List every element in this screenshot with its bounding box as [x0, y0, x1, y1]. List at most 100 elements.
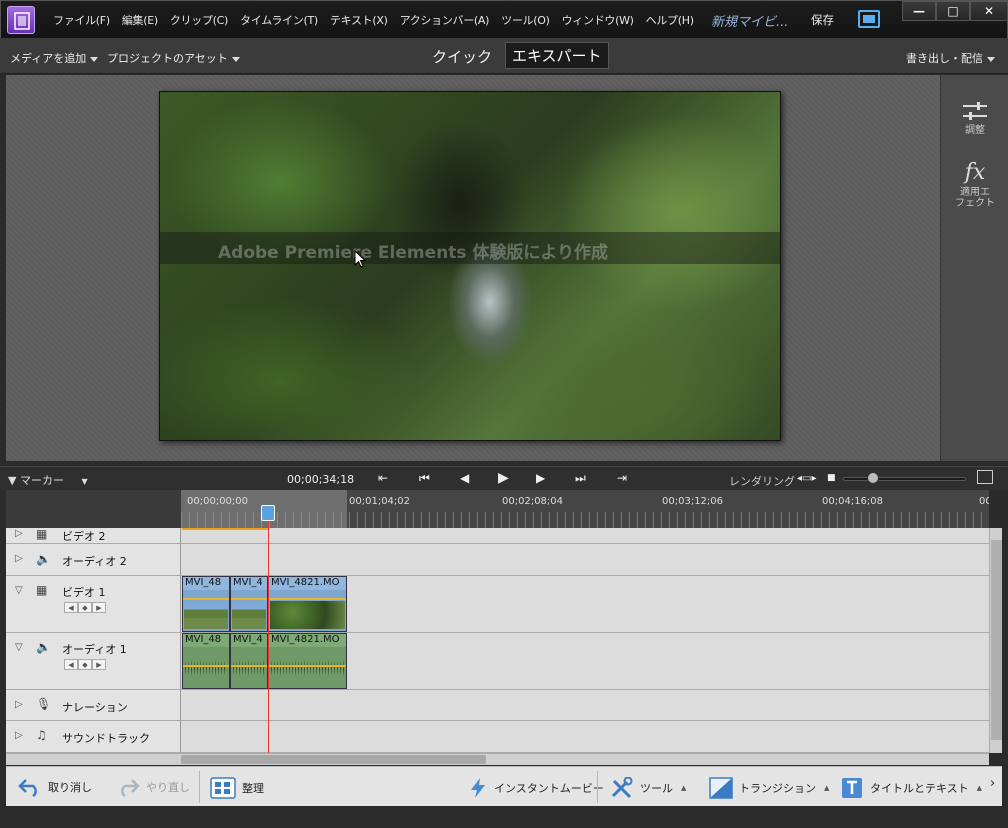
menu-tools[interactable]: ツール(O): [495, 12, 555, 28]
track-audio-1[interactable]: ▽ 🔈 オーディオ 1 ◀ ◆ ▶ MVI_48 MVI_4 MVI_4821.MO: [6, 633, 989, 690]
menu-file[interactable]: ファイル(F): [47, 12, 116, 28]
horizontal-scrollbar[interactable]: [6, 753, 989, 765]
track-body[interactable]: MVI_48 MVI_4 MVI_4821.MO: [181, 633, 989, 689]
track-body[interactable]: [181, 690, 989, 720]
maximize-icon[interactable]: □: [936, 1, 970, 21]
expand-triangle-icon[interactable]: ▷: [15, 553, 23, 564]
adjust-button[interactable]: 調整: [941, 101, 1008, 136]
add-keyframe-icon[interactable]: ◆: [78, 602, 92, 613]
track-name: サウンドトラック: [62, 732, 150, 745]
prev-keyframe-icon[interactable]: ◀: [64, 602, 78, 613]
track-video-1[interactable]: ▽ ▦ ビデオ 1 ◀ ◆ ▶ MVI_48 MVI_4 MVI_4821.MO: [6, 576, 989, 633]
audio-clip[interactable]: MVI_4: [230, 633, 268, 689]
skip-forward-icon[interactable]: ⏭: [575, 471, 586, 486]
menu-help[interactable]: ヘルプ(H): [640, 12, 700, 28]
tools-button[interactable]: ツール ▲: [610, 777, 686, 799]
track-audio-2[interactable]: ▷ 🔈 オーディオ 2: [6, 544, 989, 576]
menu-edit[interactable]: 編集(E): [116, 12, 164, 28]
monitor-panel: Adobe Premiere Elements 体験版により作成: [6, 75, 940, 461]
transitions-button[interactable]: トランジション ▲: [709, 777, 829, 799]
collapse-triangle-icon[interactable]: ▽: [15, 642, 23, 653]
organize-label: 整理: [242, 782, 264, 795]
audio-clip[interactable]: MVI_48: [182, 633, 230, 689]
menu-bar: ファイル(F) 編集(E) クリップ(C) タイムライン(T) テキスト(X) …: [47, 12, 700, 28]
fullscreen-icon[interactable]: [858, 10, 880, 28]
vertical-scrollbar-thumb[interactable]: [991, 540, 1002, 740]
transitions-label: トランジション: [739, 782, 816, 795]
menu-timeline[interactable]: タイムライン(T): [234, 12, 324, 28]
redo-icon: [121, 779, 140, 797]
play-icon[interactable]: ▶: [498, 470, 509, 486]
expand-triangle-icon[interactable]: ▷: [15, 528, 23, 539]
menu-window[interactable]: ウィンドウ(W): [556, 12, 640, 28]
step-back-icon[interactable]: ◀: [460, 471, 469, 485]
horizontal-scrollbar-thumb[interactable]: [181, 755, 486, 764]
mode-expert-tab[interactable]: エキスパート: [505, 42, 609, 69]
fit-icon[interactable]: ◂▭▸: [797, 473, 817, 484]
chevron-up-icon: ▲: [824, 784, 830, 792]
add-media-dropdown[interactable]: メディアを追加: [10, 50, 99, 66]
track-header: ▽ ▦ ビデオ 1 ◀ ◆ ▶: [6, 576, 181, 632]
title-bar: ファイル(F) 編集(E) クリップ(C) タイムライン(T) テキスト(X) …: [0, 0, 1008, 38]
chevron-right-icon[interactable]: ›: [990, 776, 995, 791]
zoom-slider[interactable]: [843, 477, 966, 481]
track-body[interactable]: [181, 721, 989, 752]
menu-action-bar[interactable]: アクションバー(A): [394, 12, 496, 28]
speaker-icon: 🔈: [36, 640, 51, 654]
zoom-out-icon[interactable]: ■: [827, 473, 836, 483]
video-clip[interactable]: MVI_4: [230, 576, 268, 632]
track-soundtrack[interactable]: ▷ ♫ サウンドトラック: [6, 721, 989, 753]
track-header: ▷ 🎙 ナレーション: [6, 690, 181, 720]
organize-button[interactable]: 整理: [210, 777, 264, 799]
track-body[interactable]: MVI_48 MVI_4 MVI_4821.MO: [181, 576, 989, 632]
marker-dropdown[interactable]: ▼ マーカー ▼: [8, 472, 88, 488]
render-button[interactable]: レンダリング: [729, 473, 795, 489]
go-to-in-icon[interactable]: ⇤: [378, 471, 388, 485]
applied-effects-button[interactable]: fx 適用エ フェクト: [941, 161, 1008, 210]
next-keyframe-icon[interactable]: ▶: [92, 602, 106, 613]
mode-quick-tab[interactable]: クイック: [428, 44, 496, 69]
vertical-scrollbar[interactable]: [989, 528, 1002, 753]
video-clip[interactable]: MVI_4821.MO: [268, 576, 347, 632]
titles-text-button[interactable]: タイトルとテキスト ▲: [840, 777, 982, 799]
project-assets-dropdown[interactable]: プロジェクトのアセット: [107, 50, 240, 66]
clip-name: MVI_4821.MO: [269, 634, 346, 647]
instant-movie-button[interactable]: インスタントムービー: [468, 777, 604, 799]
expand-triangle-icon[interactable]: ▷: [15, 730, 23, 741]
timeline-ruler[interactable]: 00;00;00;00 00;01;04;02 00;02;08;04 00;0…: [181, 490, 989, 528]
track-video-2[interactable]: ▷ ▦ ビデオ 2: [6, 528, 989, 544]
track-narration[interactable]: ▷ 🎙 ナレーション: [6, 690, 989, 721]
video-preview[interactable]: Adobe Premiere Elements 体験版により作成: [159, 91, 781, 441]
waveform: [271, 650, 344, 686]
redo-button[interactable]: やり直し: [116, 777, 190, 797]
track-body[interactable]: [181, 544, 989, 575]
expand-triangle-icon[interactable]: ▷: [15, 699, 23, 710]
add-keyframe-icon[interactable]: ◆: [78, 659, 92, 670]
project-name[interactable]: 新規マイビ...: [711, 11, 788, 30]
app-icon[interactable]: [7, 6, 35, 34]
export-share-dropdown[interactable]: 書き出し・配信: [906, 50, 995, 66]
save-button[interactable]: 保存: [811, 12, 834, 28]
undo-button[interactable]: 取り消し: [18, 777, 92, 797]
audio-clip[interactable]: MVI_4821.MO: [268, 633, 347, 689]
playhead-handle[interactable]: [261, 505, 275, 521]
applied-effects-label-1: 適用エ: [960, 187, 990, 198]
minimize-icon[interactable]: —: [902, 1, 936, 21]
skip-back-icon[interactable]: ⏮: [419, 471, 430, 486]
collapse-triangle-icon[interactable]: ▽: [15, 585, 23, 596]
prev-keyframe-icon[interactable]: ◀: [64, 659, 78, 670]
zoom-slider-thumb[interactable]: [867, 472, 880, 484]
video-clip[interactable]: MVI_48: [182, 576, 230, 632]
menu-clip[interactable]: クリップ(C): [164, 12, 234, 28]
menu-text[interactable]: テキスト(X): [324, 12, 394, 28]
next-keyframe-icon[interactable]: ▶: [92, 659, 106, 670]
current-timecode[interactable]: 00;00;34;18: [287, 473, 354, 486]
go-to-out-icon[interactable]: ⇥: [617, 471, 627, 485]
step-forward-icon[interactable]: ▶: [536, 471, 545, 485]
ruler-ticks: [181, 512, 989, 528]
close-icon[interactable]: ✕: [970, 1, 1008, 21]
zoom-in-icon[interactable]: [977, 470, 993, 484]
transition-icon: [709, 777, 733, 799]
track-body[interactable]: [181, 528, 989, 543]
track-name: ビデオ 1: [62, 586, 106, 599]
